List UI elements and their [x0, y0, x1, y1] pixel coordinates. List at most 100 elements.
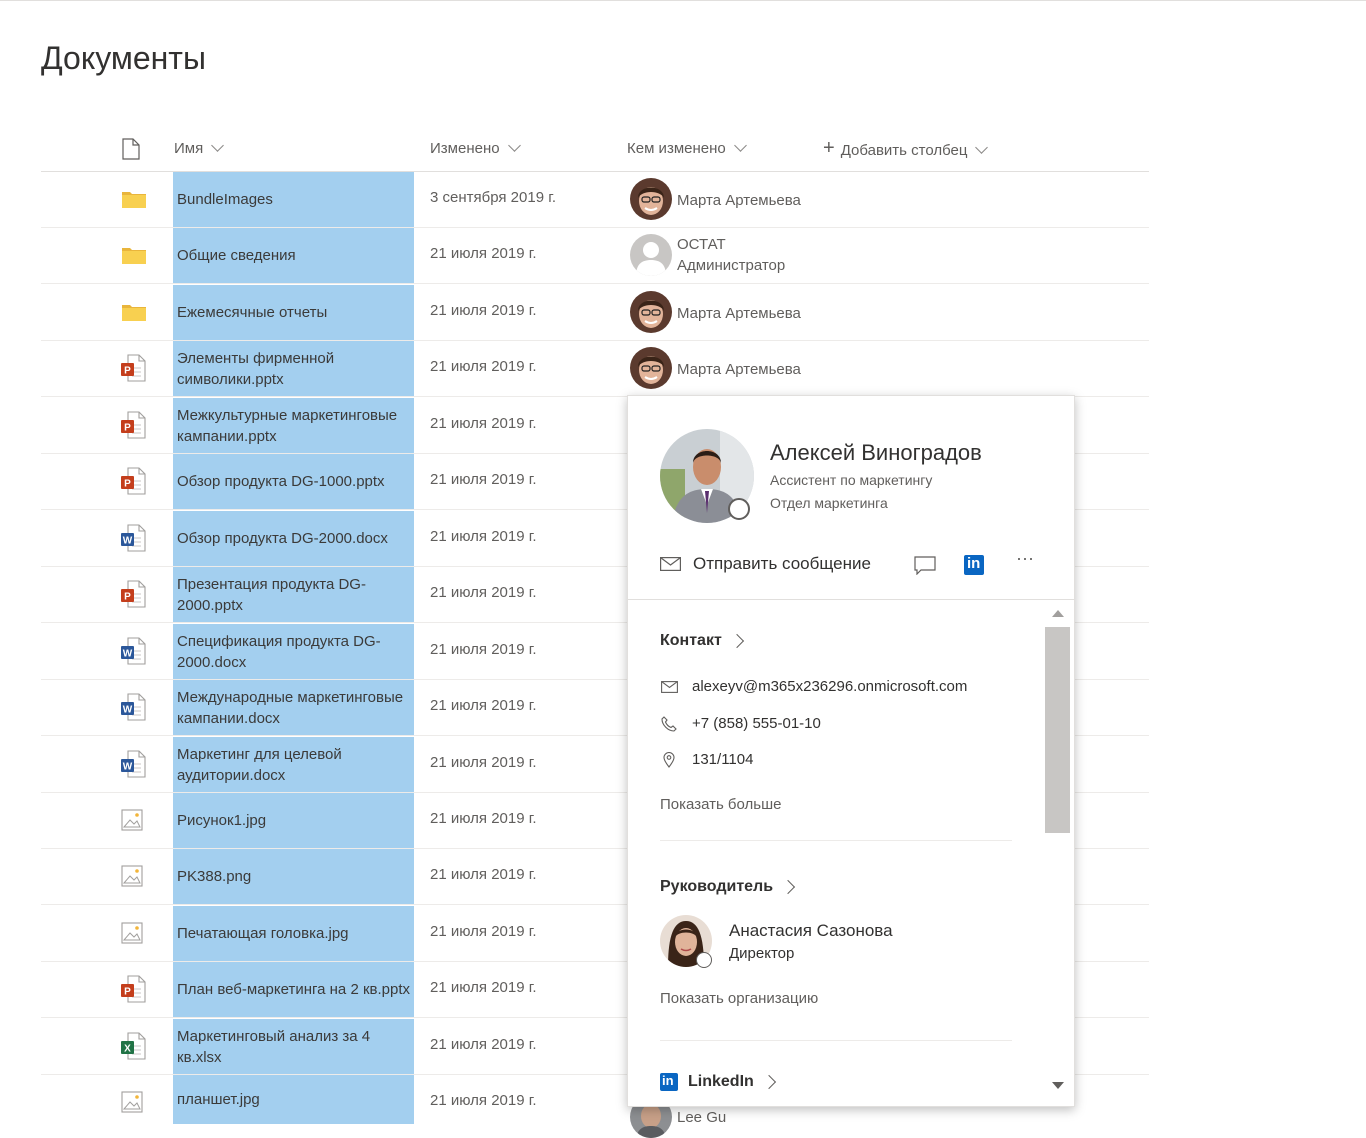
svg-text:P: P	[124, 423, 131, 434]
contact-section-title: Контакт	[660, 632, 722, 649]
file-row[interactable]: Общие сведения 21 июля 2019 г. ОСТАТ Админи…	[41, 228, 1149, 284]
show-more-link[interactable]: Показать больше	[660, 796, 781, 813]
file-name-link[interactable]: BundleImages	[173, 172, 414, 227]
modified-by-name[interactable]: Марта Артемьева	[677, 359, 801, 380]
docx-file-icon: W	[120, 750, 146, 783]
file-name: BundleImages	[177, 191, 273, 208]
modified-date: 21 июля 2019 г.	[430, 302, 537, 319]
person-actions: Отправить сообщение in ···	[660, 548, 1050, 580]
file-name-link[interactable]: Рисунок1.jpg	[173, 793, 414, 848]
column-header-modified-by-label: Кем изменено	[627, 140, 726, 157]
file-name-link[interactable]: Общие сведения	[173, 228, 414, 283]
manager-name[interactable]: Анастасия Сазонова	[729, 921, 893, 941]
scrollbar-thumb[interactable]	[1045, 627, 1070, 833]
file-name-link[interactable]: Спецификация продукта DG-2000.docx	[173, 624, 414, 679]
add-column-label: Добавить столбец	[840, 141, 968, 159]
file-name-link[interactable]: Печатающая головка.jpg	[173, 906, 414, 961]
file-name: Элементы фирменной символики.pptx	[177, 349, 335, 388]
modified-date: 21 июля 2019 г.	[430, 528, 537, 545]
user-avatar[interactable]	[630, 234, 672, 276]
chat-icon[interactable]	[914, 556, 936, 580]
file-name: PK388.png	[177, 868, 252, 885]
file-name: планшет.jpg	[177, 1091, 260, 1108]
file-name: Обзор продукта DG-1000.pptx	[177, 473, 385, 490]
file-name-link[interactable]: Маркетинг для целевой аудитории.docx	[173, 737, 414, 792]
file-name-link[interactable]: Маркетинговый анализ за 4 кв.xlsx	[173, 1019, 414, 1074]
plus-icon: +	[823, 137, 835, 159]
image-file-icon	[120, 920, 144, 951]
modified-by-name[interactable]: Марта Артемьева	[677, 303, 801, 324]
mail-icon	[660, 680, 678, 693]
manager-job-title: Директор	[729, 945, 795, 962]
card-scrollbar[interactable]	[1045, 600, 1070, 1106]
file-name-link[interactable]: Элементы фирменной символики.pptx	[173, 341, 414, 396]
person-card: Алексей Виноградов Ассистент по маркетин…	[627, 395, 1075, 1107]
linkedin-icon[interactable]: in	[964, 555, 984, 575]
file-name-link[interactable]: Обзор продукта DG-1000.pptx	[173, 454, 414, 509]
modified-date: 21 июля 2019 г.	[430, 415, 537, 432]
pptx-file-icon: P	[120, 975, 146, 1008]
contact-section-header[interactable]: Контакт	[660, 632, 744, 650]
section-divider	[660, 1040, 1012, 1041]
modified-date: 3 сентября 2019 г.	[430, 189, 557, 206]
modified-date: 21 июля 2019 г.	[430, 584, 537, 601]
modified-by-name[interactable]: ОСТАТ	[677, 234, 726, 255]
modified-by-name[interactable]: Марта Артемьева	[677, 190, 801, 211]
send-message-label: Отправить сообщение	[693, 554, 871, 573]
user-avatar[interactable]	[630, 347, 672, 389]
send-message-button[interactable]: Отправить сообщение	[660, 554, 871, 574]
more-options-icon[interactable]: ···	[1016, 548, 1034, 569]
user-avatar[interactable]	[630, 291, 672, 333]
modified-date: 21 июля 2019 г.	[430, 1092, 537, 1109]
section-divider	[660, 840, 1012, 841]
linkedin-section-header[interactable]: in LinkedIn	[660, 1073, 776, 1091]
file-name-link[interactable]: Обзор продукта DG-2000.docx	[173, 511, 414, 566]
document-icon[interactable]	[121, 138, 141, 160]
scroll-down-icon[interactable]	[1052, 1082, 1064, 1089]
chevron-right-icon	[780, 879, 796, 895]
contact-phone[interactable]: +7 (858) 555-01-10	[660, 715, 821, 732]
contact-phone-value: +7 (858) 555-01-10	[692, 715, 821, 732]
file-name-link[interactable]: Ежемесячные отчеты	[173, 285, 414, 340]
modified-date: 21 июля 2019 г.	[430, 641, 537, 658]
file-row[interactable]: BundleImages 3 сентября 2019 г. Марта Арте…	[41, 172, 1149, 228]
file-name-link[interactable]: Межкультурные маркетинговые кампании.ppt…	[173, 398, 414, 453]
presence-status-icon	[728, 498, 750, 520]
mail-icon	[660, 557, 681, 571]
file-name: Ежемесячные отчеты	[177, 304, 328, 321]
folder-file-icon	[121, 245, 147, 270]
svg-text:W: W	[123, 705, 133, 716]
file-name: Печатающая головка.jpg	[177, 925, 349, 942]
modified-date: 21 июля 2019 г.	[430, 471, 537, 488]
svg-text:P: P	[124, 987, 131, 998]
column-header-modified[interactable]: Изменено	[430, 139, 521, 157]
modified-by-name[interactable]: Lee Gu	[677, 1107, 726, 1128]
modified-date: 21 июля 2019 г.	[430, 358, 537, 375]
contact-office-value: 131/1104	[692, 751, 754, 768]
folder-file-icon	[121, 302, 147, 327]
image-file-icon	[120, 863, 144, 894]
file-name-link[interactable]: План веб-маркетинга на 2 кв.pptx	[173, 962, 414, 1017]
contact-email[interactable]: alexeyv@m365x236296.onmicrosoft.com	[660, 678, 967, 695]
modified-date: 21 июля 2019 г.	[430, 1036, 537, 1053]
file-name-link[interactable]: PK388.png	[173, 849, 414, 904]
svg-text:P: P	[124, 592, 131, 603]
xlsx-file-icon: X	[120, 1032, 146, 1065]
user-avatar[interactable]	[630, 178, 672, 220]
add-column-button[interactable]: + Добавить столбец	[823, 137, 989, 160]
modified-date: 21 июля 2019 г.	[430, 979, 537, 996]
pptx-file-icon: P	[120, 411, 146, 444]
file-row[interactable]: P Элементы фирменной символики.pptx 21 июл…	[41, 341, 1149, 397]
file-name-link[interactable]: Международные маркетинговые кампании.doc…	[173, 680, 414, 735]
chevron-down-icon	[733, 139, 747, 152]
scroll-up-icon[interactable]	[1052, 610, 1064, 617]
linkedin-section-title: LinkedIn	[688, 1073, 754, 1090]
file-row[interactable]: Ежемесячные отчеты 21 июля 2019 г. Марта А…	[41, 285, 1149, 341]
image-file-icon	[120, 1089, 144, 1120]
show-org-link[interactable]: Показать организацию	[660, 990, 818, 1007]
file-name-link[interactable]: Презентация продукта DG-2000.pptx	[173, 567, 414, 622]
column-header-name[interactable]: Имя	[174, 139, 225, 157]
column-header-modified-by[interactable]: Кем изменено	[627, 139, 747, 157]
file-name-link[interactable]: планшет.jpg	[173, 1075, 414, 1124]
manager-section-header[interactable]: Руководитель	[660, 878, 796, 896]
